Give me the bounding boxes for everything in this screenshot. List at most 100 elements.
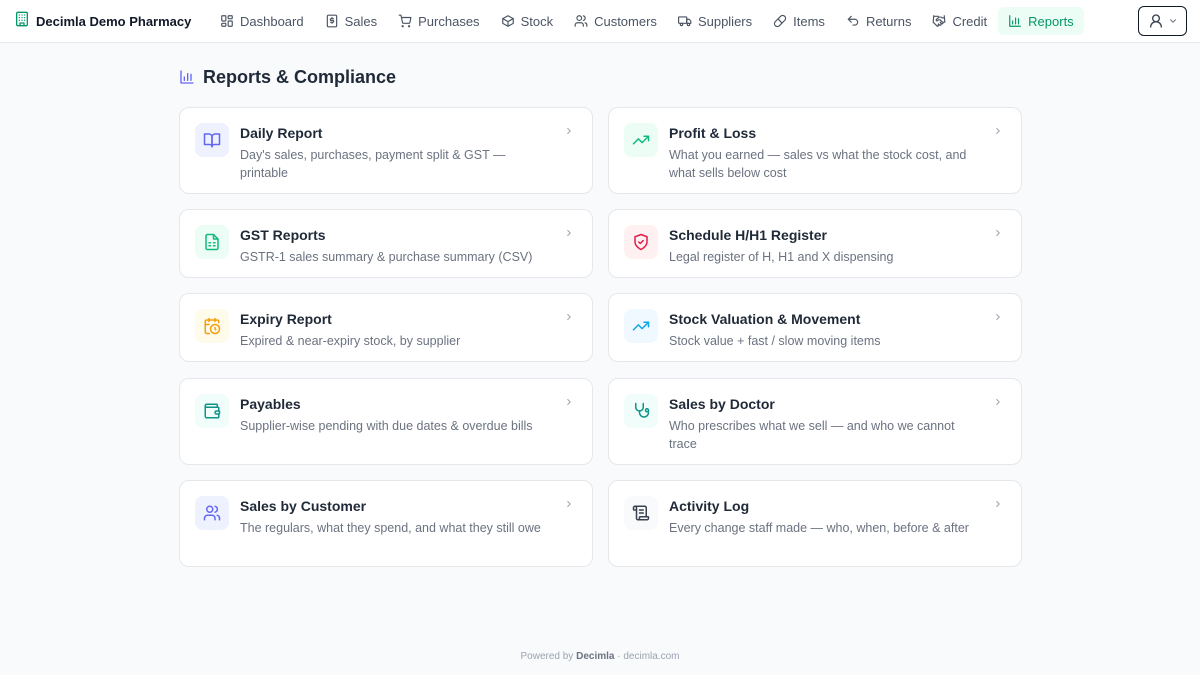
page-title: Reports & Compliance — [179, 66, 396, 88]
report-title: Payables — [240, 396, 301, 412]
report-description: Legal register of H, H1 and X dispensing — [669, 250, 894, 264]
receipt-icon — [326, 14, 337, 28]
chevron-right-icon — [567, 398, 571, 406]
chevron-down-icon — [1169, 19, 1176, 23]
shield-icon — [634, 233, 648, 251]
nav-item-label: Credit — [952, 13, 988, 29]
chevron-right-icon — [996, 398, 1000, 406]
report-description: GSTR-1 sales summary & purchase summary … — [240, 250, 533, 264]
nav-item-label: Suppliers — [697, 13, 753, 29]
undo-icon — [847, 15, 859, 26]
trending-up-icon — [632, 321, 650, 331]
footer-site-link[interactable]: · decimla.com — [617, 651, 679, 662]
users-icon — [574, 15, 588, 27]
nav-item-dashboard[interactable]: Dashboard — [210, 7, 314, 35]
report-title: Daily Report — [240, 125, 323, 141]
truck-icon — [677, 16, 692, 27]
report-icon-wrap — [195, 123, 229, 157]
user-icon — [1149, 14, 1162, 28]
report-description: The regulars, what they spend, and what … — [240, 521, 541, 535]
report-icon-wrap — [624, 123, 658, 157]
report-title: Sales by Doctor — [669, 396, 775, 412]
nav-item-label: Customers — [594, 13, 657, 29]
nav-item-label: Dashboard — [240, 13, 304, 29]
nav-item-credit[interactable]: Credit — [922, 7, 997, 35]
report-icon-wrap — [624, 394, 658, 428]
report-card-gst-reports[interactable]: GST Reports GSTR-1 sales summary & purch… — [179, 209, 593, 278]
report-icon-wrap — [624, 225, 658, 259]
nav-item-suppliers[interactable]: Suppliers — [668, 7, 762, 35]
chevron-right-icon — [567, 229, 571, 237]
chevron-right-icon — [996, 127, 1000, 135]
user-menu-button[interactable] — [1138, 6, 1187, 36]
report-card-stock-valuation[interactable]: Stock Valuation & Movement Stock value +… — [608, 293, 1022, 362]
report-title: Profit & Loss — [669, 125, 757, 141]
report-description: Supplier-wise pending with due dates & o… — [240, 419, 533, 433]
calendar-clock-icon — [204, 317, 221, 335]
pill-icon — [774, 14, 787, 28]
report-card-profit-loss[interactable]: Profit & Loss What you earned — sales vs… — [608, 107, 1022, 194]
bar-chart-icon — [180, 70, 194, 84]
box-icon — [501, 15, 514, 27]
spreadsheet-icon — [205, 233, 219, 251]
report-description: Who prescribes what we sell — and who we… — [669, 419, 955, 451]
building-icon — [14, 11, 30, 32]
chevron-right-icon — [567, 127, 571, 135]
report-title: GST Reports — [240, 227, 326, 243]
report-title: Expiry Report — [240, 311, 332, 327]
app-name: Decimla Demo Pharmacy — [36, 13, 192, 29]
report-description: Day's sales, purchases, payment split & … — [240, 148, 506, 180]
chevron-right-icon — [996, 313, 1000, 321]
report-card-expiry-report[interactable]: Expiry Report Expired & near-expiry stoc… — [179, 293, 593, 362]
footer: Powered by Decimla · decimla.com — [0, 651, 1200, 662]
book-open-icon — [203, 133, 221, 148]
scroll-icon — [632, 505, 650, 521]
nav-item-customers[interactable]: Customers — [564, 7, 667, 35]
report-card-activity-log[interactable]: Activity Log Every change staff made — w… — [608, 480, 1022, 567]
report-icon-wrap — [195, 394, 229, 428]
bar-chart-icon — [1009, 15, 1021, 27]
chevron-right-icon — [567, 500, 571, 508]
nav-item-label: Purchases — [418, 13, 480, 29]
report-card-sales-by-doctor[interactable]: Sales by Doctor Who prescribes what we s… — [608, 378, 1022, 465]
report-card-payables[interactable]: Payables Supplier-wise pending with due … — [179, 378, 593, 465]
nav-item-stock[interactable]: Stock — [491, 7, 564, 35]
users-icon — [203, 505, 221, 521]
report-title: Schedule H/H1 Register — [669, 227, 827, 243]
report-description: Stock value + fast / slow moving items — [669, 334, 881, 348]
handshake-icon — [933, 15, 946, 27]
report-icon-wrap — [624, 496, 658, 530]
cart-icon — [398, 14, 412, 28]
nav-item-sales[interactable]: Sales — [315, 7, 388, 35]
brand[interactable]: Decimla Demo Pharmacy — [14, 11, 191, 31]
report-title: Activity Log — [669, 498, 750, 514]
nav-item-returns[interactable]: Returns — [836, 7, 922, 35]
report-icon-wrap — [195, 309, 229, 343]
dashboard-icon — [221, 15, 233, 27]
footer-brand-link[interactable]: Decimla — [576, 651, 614, 662]
main-nav: Dashboard Sales Purchases Stock Customer… — [210, 6, 1085, 36]
chevron-right-icon — [567, 313, 571, 321]
report-card-daily-report[interactable]: Daily Report Day's sales, purchases, pay… — [179, 107, 593, 194]
nav-item-label: Returns — [865, 13, 912, 29]
report-description: Expired & near-expiry stock, by supplier — [240, 334, 461, 348]
nav-item-purchases[interactable]: Purchases — [388, 7, 489, 35]
page-title-text: Reports & Compliance — [203, 66, 397, 87]
report-card-sales-by-customer[interactable]: Sales by Customer The regulars, what the… — [179, 480, 593, 567]
report-title: Stock Valuation & Movement — [669, 311, 861, 327]
nav-item-items[interactable]: Items — [763, 7, 835, 35]
footer-prefix: Powered by — [520, 651, 574, 662]
report-icon-wrap — [195, 496, 229, 530]
report-card-schedule-h-register[interactable]: Schedule H/H1 Register Legal register of… — [608, 209, 1022, 278]
chevron-right-icon — [996, 229, 1000, 237]
report-icon-wrap — [195, 225, 229, 259]
report-icon-wrap — [624, 309, 658, 343]
trending-up-icon — [632, 135, 650, 145]
nav-item-label: Stock — [520, 13, 554, 29]
report-description: Every change staff made — who, when, bef… — [669, 521, 969, 535]
stethoscope-icon — [635, 402, 650, 418]
nav-item-label: Items — [793, 13, 825, 29]
chevron-right-icon — [996, 500, 1000, 508]
nav-item-reports[interactable]: Reports — [998, 7, 1084, 35]
wallet-icon — [204, 403, 221, 419]
